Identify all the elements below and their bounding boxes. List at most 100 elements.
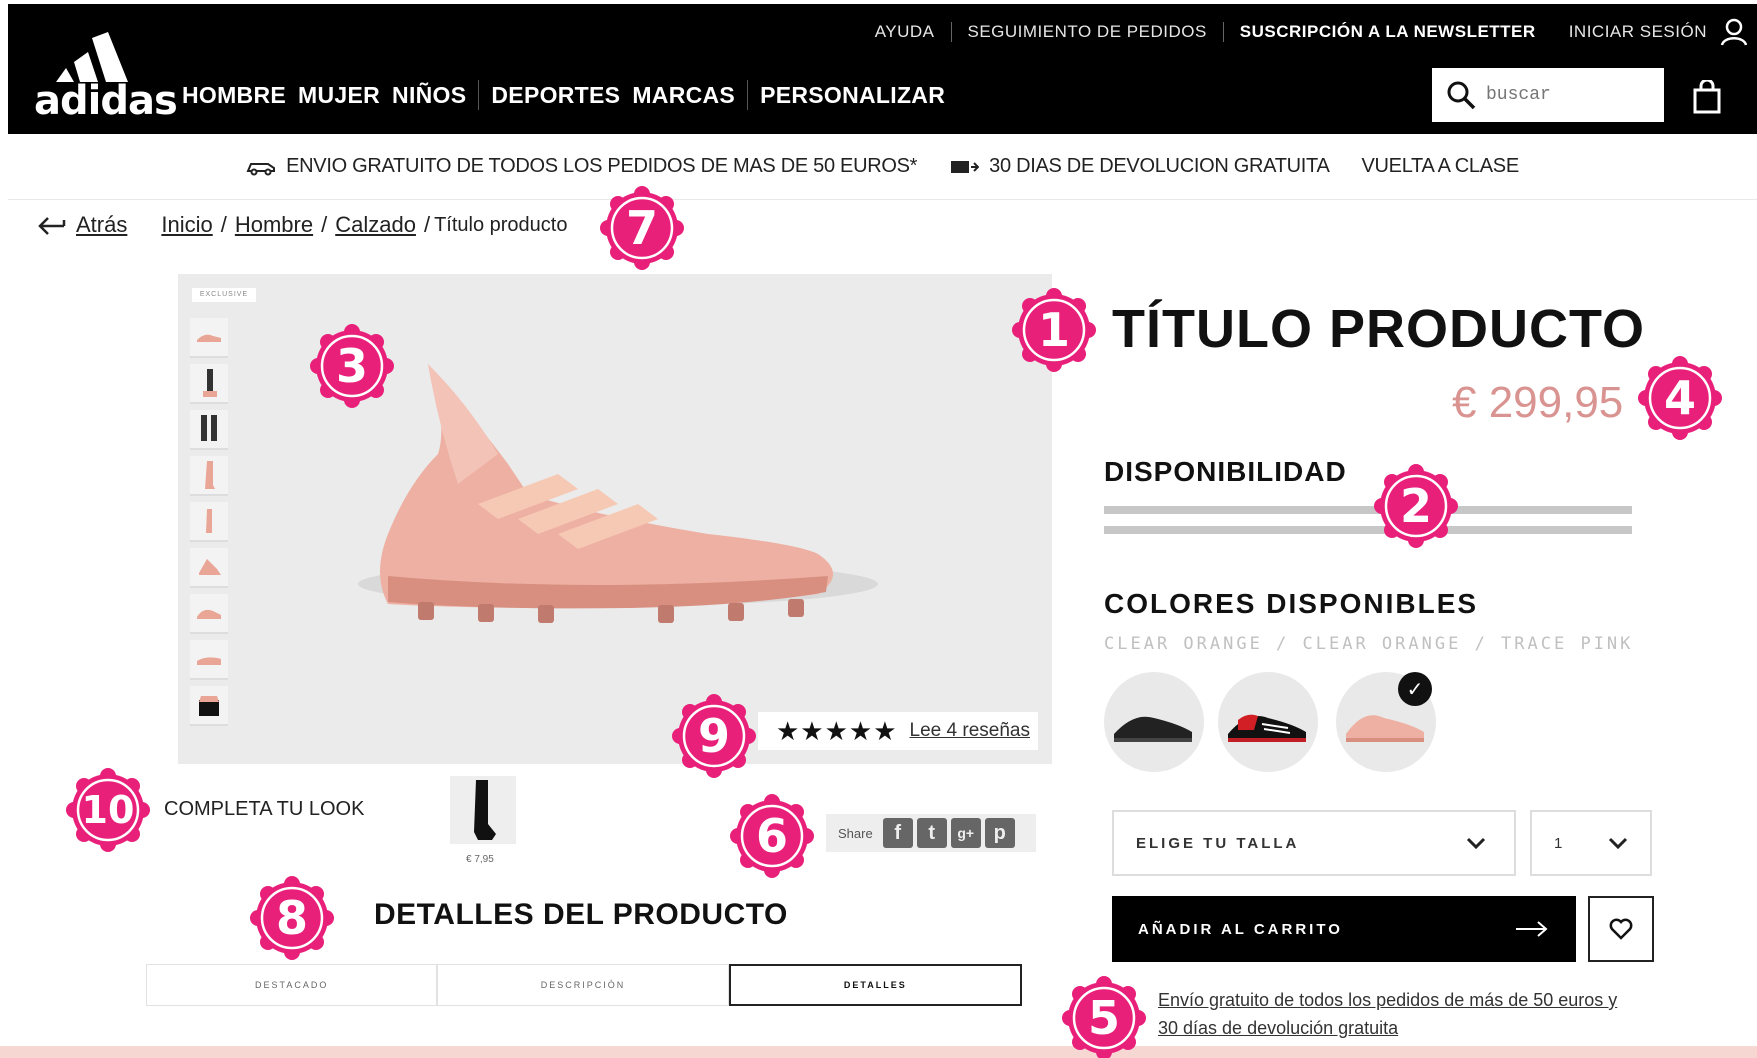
annotation-number: 6 bbox=[755, 809, 788, 863]
thumbnail[interactable] bbox=[190, 456, 228, 496]
shopping-bag-icon[interactable] bbox=[1692, 80, 1722, 114]
colors-label: COLORES DISPONIBLES bbox=[1104, 588, 1479, 619]
breadcrumb-calzado[interactable]: Calzado bbox=[335, 212, 416, 238]
nav-ninos[interactable]: NIÑOS bbox=[392, 82, 466, 109]
thumbnail-list bbox=[190, 318, 236, 732]
tab-destacado[interactable]: DESTACADO bbox=[146, 964, 438, 1006]
divider bbox=[1222, 22, 1224, 42]
nav-marcas[interactable]: MARCAS bbox=[632, 82, 735, 109]
nav-mujer[interactable]: MUJER bbox=[298, 82, 380, 109]
product-details-title: DETALLES DEL PRODUCTO bbox=[374, 898, 788, 931]
utility-nav: AYUDA SEGUIMIENTO DE PEDIDOS SUSCRIPCIÓN… bbox=[875, 18, 1749, 46]
reviews-summary: ★★★★★ Lee 4 reseñas bbox=[758, 712, 1038, 750]
promo-bar: ENVIO GRATUITO DE TODOS LOS PEDIDOS DE M… bbox=[8, 134, 1757, 200]
promo-campaign-text: VUELTA A CLASE bbox=[1361, 155, 1520, 177]
back-arrow-icon[interactable] bbox=[38, 214, 68, 236]
annotation-number: 4 bbox=[1663, 371, 1696, 425]
quantity-select[interactable]: 1 bbox=[1530, 810, 1652, 876]
product-price: € 299,95 bbox=[1452, 378, 1624, 427]
arrow-right-icon bbox=[1516, 921, 1548, 937]
breadcrumb-inicio[interactable]: Inicio bbox=[161, 212, 212, 238]
color-swatch-black[interactable] bbox=[1104, 672, 1204, 772]
thumbnail[interactable] bbox=[190, 410, 228, 450]
share-label: Share bbox=[838, 825, 873, 841]
annotation-badge-1: 1 bbox=[1012, 288, 1096, 372]
details-tabs: DESTACADO DESCRIPCIÓN DETALLES bbox=[146, 964, 1022, 1006]
complete-look-label: COMPLETA TU LOOK bbox=[164, 798, 365, 820]
size-select-label: ELIGE TU TALLA bbox=[1136, 834, 1300, 852]
selected-check-icon: ✓ bbox=[1398, 672, 1432, 706]
breadcrumb-separator: / bbox=[423, 212, 431, 237]
thumbnail[interactable] bbox=[190, 548, 228, 588]
colors-value: CLEAR ORANGE / CLEAR ORANGE / TRACE PINK bbox=[1104, 634, 1634, 654]
rating-stars: ★★★★★ bbox=[776, 715, 898, 746]
exclusive-tag: EXCLUSIVE bbox=[192, 288, 256, 302]
wishlist-button[interactable] bbox=[1588, 896, 1654, 962]
back-link[interactable]: Atrás bbox=[76, 212, 127, 238]
annotation-badge-9: 9 bbox=[672, 694, 756, 778]
help-link[interactable]: AYUDA bbox=[875, 22, 935, 42]
annotation-number: 5 bbox=[1087, 991, 1120, 1045]
thumbnail[interactable] bbox=[190, 594, 228, 634]
tab-descripcion[interactable]: DESCRIPCIÓN bbox=[437, 964, 729, 1006]
newsletter-link[interactable]: SUSCRIPCIÓN A LA NEWSLETTER bbox=[1240, 22, 1536, 42]
annotation-number: 10 bbox=[81, 788, 135, 832]
nav-divider bbox=[747, 80, 749, 110]
chevron-down-icon bbox=[1466, 837, 1486, 849]
availability-bar bbox=[1104, 526, 1632, 534]
nav-deportes[interactable]: DEPORTES bbox=[491, 82, 620, 109]
sock-image bbox=[474, 780, 496, 840]
annotation-badge-2: 2 bbox=[1374, 464, 1458, 548]
search-box[interactable] bbox=[1432, 68, 1664, 122]
thumbnail[interactable] bbox=[190, 640, 228, 680]
promo-returns-text: 30 DIAS DE DEVOLUCION GRATUITA bbox=[989, 155, 1330, 177]
thumbnail[interactable] bbox=[190, 502, 228, 542]
share-bar: Share f t g+ p bbox=[826, 814, 1036, 852]
annotation-number: 9 bbox=[697, 709, 730, 763]
search-input[interactable] bbox=[1486, 85, 1646, 105]
color-swatch-red-black[interactable] bbox=[1218, 672, 1318, 772]
return-box-icon bbox=[951, 160, 980, 173]
thumbnail[interactable] bbox=[190, 318, 228, 358]
search-icon[interactable] bbox=[1446, 80, 1476, 110]
quantity-value: 1 bbox=[1554, 834, 1563, 852]
user-icon[interactable] bbox=[1719, 17, 1749, 47]
add-to-cart-button[interactable]: AÑADIR AL CARRITO bbox=[1112, 896, 1576, 962]
complete-look-item[interactable] bbox=[450, 776, 516, 844]
breadcrumb-separator: / bbox=[321, 212, 328, 237]
annotation-badge-7: 7 bbox=[600, 186, 684, 270]
annotation-number: 8 bbox=[275, 891, 308, 945]
order-tracking-link[interactable]: SEGUIMIENTO DE PEDIDOS bbox=[968, 22, 1207, 42]
promo-returns[interactable]: 30 DIAS DE DEVOLUCION GRATUITA bbox=[949, 155, 1330, 178]
nav-divider bbox=[478, 80, 480, 110]
add-to-cart-label: AÑADIR AL CARRITO bbox=[1138, 920, 1343, 938]
adidas-logo-icon bbox=[56, 32, 128, 82]
availability-label: DISPONIBILIDAD bbox=[1104, 456, 1347, 487]
tab-detalles[interactable]: DETALLES bbox=[728, 964, 1022, 1006]
availability-bar bbox=[1104, 506, 1632, 514]
read-reviews-link[interactable]: Lee 4 reseñas bbox=[910, 720, 1030, 742]
annotation-number: 2 bbox=[1399, 479, 1432, 533]
promo-shipping-text: ENVIO GRATUITO DE TODOS LOS PEDIDOS DE M… bbox=[286, 155, 918, 177]
adidas-logo[interactable]: adidas bbox=[34, 32, 178, 124]
twitter-icon[interactable]: t bbox=[916, 818, 947, 848]
promo-shipping[interactable]: ENVIO GRATUITO DE TODOS LOS PEDIDOS DE M… bbox=[246, 155, 917, 178]
nav-personalizar[interactable]: PERSONALIZAR bbox=[760, 82, 945, 109]
thumbnail[interactable] bbox=[190, 686, 228, 726]
google-plus-icon[interactable]: g+ bbox=[950, 818, 981, 848]
logo-wordmark: adidas bbox=[34, 78, 178, 124]
annotation-number: 3 bbox=[335, 339, 368, 393]
thumbnail[interactable] bbox=[190, 364, 228, 404]
pinterest-icon[interactable]: p bbox=[984, 818, 1015, 848]
annotation-badge-4: 4 bbox=[1638, 356, 1722, 440]
annotation-badge-8: 8 bbox=[250, 876, 334, 960]
sign-in-link[interactable]: INICIAR SESIÓN bbox=[1569, 22, 1707, 42]
facebook-icon[interactable]: f bbox=[882, 818, 913, 848]
nav-hombre[interactable]: HOMBRE bbox=[182, 82, 286, 109]
size-select[interactable]: ELIGE TU TALLA bbox=[1112, 810, 1516, 876]
product-image[interactable] bbox=[328, 344, 888, 664]
breadcrumb-hombre[interactable]: Hombre bbox=[235, 212, 313, 238]
shipping-info-link[interactable]: Envío gratuito de todos los pedidos de m… bbox=[1158, 986, 1618, 1042]
annotation-badge-10: 10 bbox=[66, 768, 150, 852]
promo-campaign[interactable]: VUELTA A CLASE bbox=[1361, 155, 1520, 178]
